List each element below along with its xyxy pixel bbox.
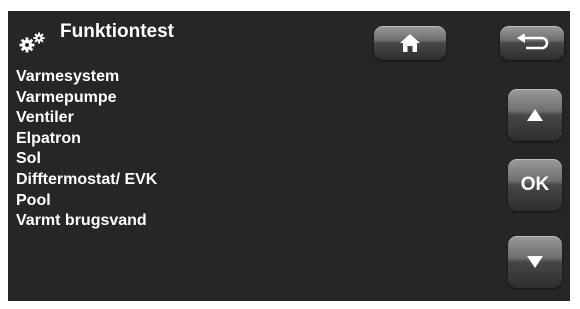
ok-label: OK [520, 174, 550, 195]
menu-item-ventiler[interactable]: Ventiler [16, 108, 157, 129]
arrow-down-icon [527, 256, 543, 268]
menu-item-varmepumpe[interactable]: Varmepumpe [16, 88, 157, 109]
home-button[interactable] [374, 26, 446, 60]
scroll-up-button[interactable] [508, 89, 562, 141]
back-arrow-icon [517, 34, 549, 50]
scroll-down-button[interactable] [508, 236, 562, 288]
menu-item-pool[interactable]: Pool [16, 191, 157, 212]
menu-item-varmt-brugsvand[interactable]: Varmt brugsvand [16, 211, 157, 232]
menu-item-difftermostat-evk[interactable]: Difftermostat/ EVK [16, 170, 157, 191]
arrow-up-icon [527, 109, 543, 121]
ok-button[interactable]: OK [508, 159, 562, 211]
display-screen: Funktiontest Varmesystem Varmepumpe Vent… [8, 11, 570, 301]
home-icon [400, 34, 420, 52]
page-title: Funktiontest [60, 21, 174, 42]
back-button[interactable] [500, 26, 564, 60]
menu-item-sol[interactable]: Sol [16, 149, 157, 170]
menu-item-varmesystem[interactable]: Varmesystem [16, 67, 157, 88]
menu-item-elpatron[interactable]: Elpatron [16, 129, 157, 150]
function-test-menu: Varmesystem Varmepumpe Ventiler Elpatron… [16, 67, 157, 232]
gears-icon [19, 32, 45, 53]
